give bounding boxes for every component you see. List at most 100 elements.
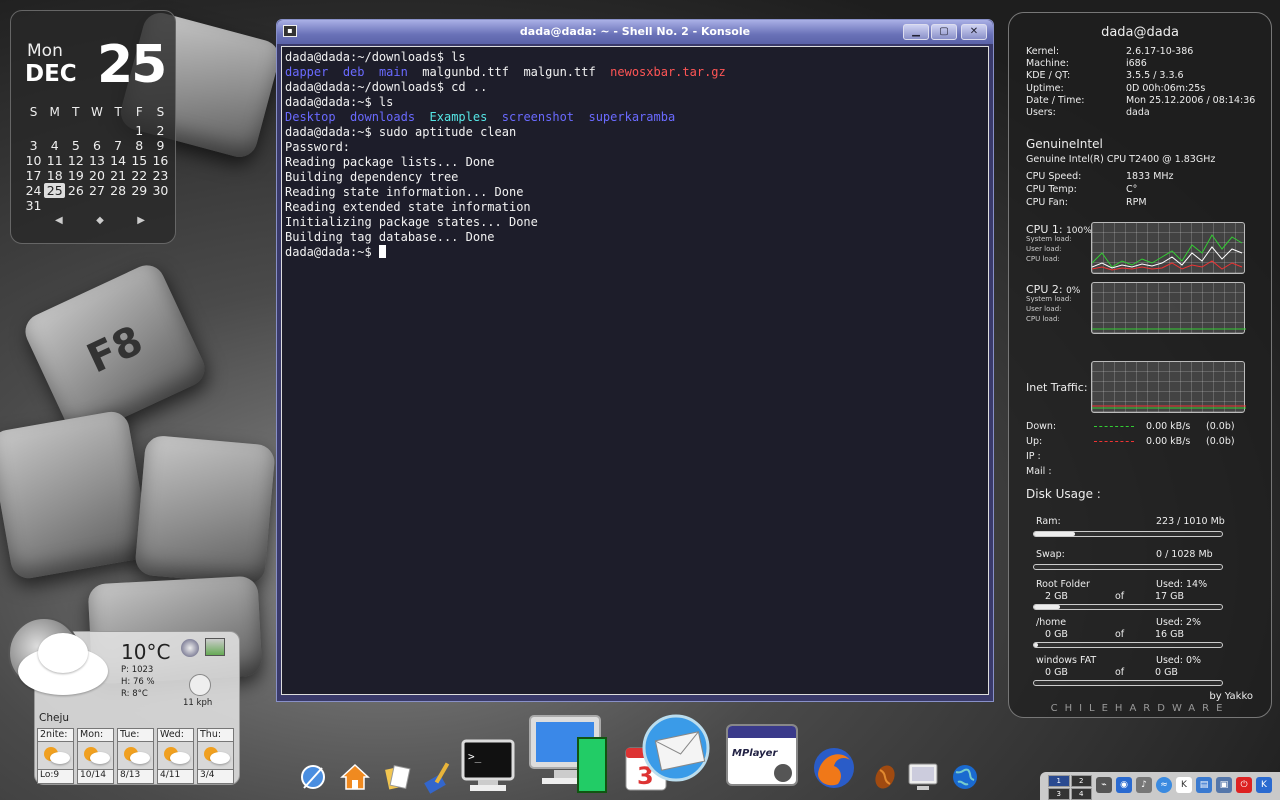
desktop-pager[interactable]: 1234 — [1048, 775, 1092, 800]
cpu2-graph-lines — [1092, 328, 1246, 330]
volume-icon[interactable]: ♪ — [1136, 777, 1152, 793]
calendar-today-icon[interactable]: ◆ — [96, 215, 104, 226]
cpu2-load-label: System load: — [1026, 295, 1072, 303]
cpu1-load-label: User load: — [1026, 245, 1062, 253]
calendar-day[interactable]: 15 — [129, 153, 150, 168]
calendar-day[interactable]: 20 — [86, 168, 107, 183]
window-titlebar[interactable]: ▪ dada@dada: ~ - Shell No. 2 - Konsole ▁… — [277, 20, 993, 44]
usb-icon[interactable]: ⌁ — [1096, 777, 1112, 793]
calendar-day[interactable]: 19 — [65, 168, 86, 183]
globe-icon[interactable] — [181, 639, 199, 657]
pager-desktop[interactable]: 4 — [1070, 788, 1092, 800]
map-icon[interactable] — [205, 638, 225, 656]
pager-desktop[interactable]: 3 — [1048, 788, 1070, 800]
calendar-prev-icon[interactable]: ◀ — [55, 215, 63, 226]
mail-row: Mail : — [1026, 466, 1052, 477]
maximize-button[interactable]: ▢ — [931, 24, 957, 40]
weather-humidity: H: 76 % — [121, 677, 155, 687]
cpu-model-text: Genuine Intel(R) CPU T2400 @ 1.83GHz — [1026, 154, 1216, 165]
calendar-day[interactable]: 31 — [23, 198, 44, 213]
clipboard-icon[interactable]: ▤ — [1196, 777, 1212, 793]
disk-total: 0 GB — [1155, 667, 1178, 678]
calendar-day[interactable]: 13 — [86, 153, 107, 168]
calendar-day[interactable]: 30 — [150, 183, 171, 198]
calendar-day[interactable]: 23 — [150, 168, 171, 183]
net-down-label: Down: — [1026, 421, 1057, 432]
weather-pressure: P: 1023 — [121, 665, 154, 675]
calendar-day[interactable]: 26 — [65, 183, 86, 198]
weather-realfeel: R: 8°C — [121, 689, 148, 699]
calendar-day[interactable]: 14 — [108, 153, 129, 168]
kmenu-icon[interactable]: K — [1256, 777, 1272, 793]
pager-desktop[interactable]: 1 — [1048, 775, 1070, 787]
bluetooth-icon[interactable]: ≈ — [1156, 777, 1172, 793]
cleaner-icon[interactable] — [422, 760, 456, 794]
forecast-day: Mon: 10/14 — [77, 728, 114, 784]
sysinfo-row: KDE / QT: 3.5.5 / 3.3.6 — [1026, 70, 1184, 81]
svg-text:>_: >_ — [468, 750, 482, 763]
mplayer-icon[interactable]: MPlayer — [724, 720, 800, 790]
display-icon[interactable] — [906, 760, 940, 794]
calendar-day[interactable]: 5 — [65, 138, 86, 153]
ip-row: IP : — [1026, 451, 1041, 462]
system-monitor-icon[interactable] — [528, 712, 612, 794]
calendar-day[interactable]: 16 — [150, 153, 171, 168]
globe-icon[interactable] — [950, 762, 980, 792]
calendar-day[interactable]: 3 — [23, 138, 44, 153]
calendar-day[interactable]: 11 — [44, 153, 65, 168]
calendar-day[interactable]: 6 — [86, 138, 107, 153]
files-icon[interactable] — [382, 762, 412, 792]
calendar-day[interactable]: 1 — [129, 123, 150, 138]
sysinfo-value: 0D 00h:06m:25s — [1126, 82, 1206, 94]
network-icon[interactable]: ◉ — [1116, 777, 1132, 793]
forecast-day-label: Tue: — [117, 728, 154, 742]
mail-icon[interactable] — [640, 712, 714, 784]
calendar-day[interactable]: 8 — [129, 138, 150, 153]
cpu1-graph-lines — [1091, 234, 1243, 271]
calendar-day[interactable]: 27 — [86, 183, 107, 198]
home-icon[interactable] — [340, 762, 370, 792]
calendar-day[interactable]: 9 — [150, 138, 171, 153]
firefox-icon[interactable] — [810, 744, 858, 792]
calendar-day[interactable]: 25 — [44, 183, 66, 198]
calendar-day[interactable]: 21 — [108, 168, 129, 183]
disk-bar — [1033, 680, 1223, 686]
swap-value: 0 / 1028 Mb — [1156, 549, 1213, 560]
power-icon[interactable]: ⏻ — [1236, 777, 1252, 793]
sysinfo-key: KDE / QT: — [1026, 70, 1071, 82]
pager-desktop[interactable]: 2 — [1070, 775, 1092, 787]
weekday-header: S — [29, 105, 38, 119]
lock-icon[interactable]: ▣ — [1216, 777, 1232, 793]
swap-label: Swap: — [1036, 549, 1065, 560]
system-monitor-widget: dada@dada GenuineIntel Genuine Intel(R) … — [1008, 12, 1272, 718]
calendar-day[interactable]: 28 — [108, 183, 129, 198]
terminal-line: dada@dada:~$ ls — [285, 95, 985, 110]
calendar-day[interactable]: 12 — [65, 153, 86, 168]
terminal-icon[interactable]: >_ — [460, 738, 516, 794]
calendar-day[interactable]: 22 — [129, 168, 150, 183]
sysmon-user-host: dada@dada — [1101, 25, 1179, 40]
terminal-output[interactable]: dada@dada:~/downloads$ ls dapper deb main… — [281, 46, 989, 695]
forecast-cloud-icon — [50, 752, 70, 764]
calendar-day[interactable]: 10 — [23, 153, 44, 168]
calendar-day[interactable]: 2 — [150, 123, 171, 138]
finder-icon[interactable] — [298, 762, 328, 792]
calendar-day[interactable]: 17 — [23, 168, 44, 183]
calendar-next-icon[interactable]: ▶ — [137, 215, 145, 226]
calendar-day[interactable]: 24 — [23, 183, 44, 198]
coffee-icon[interactable] — [870, 762, 900, 792]
calendar-day-number: 25 — [97, 35, 167, 95]
calendar-empty-cell — [23, 123, 44, 138]
kde-icon[interactable]: K — [1176, 777, 1192, 793]
calendar-day[interactable]: 4 — [44, 138, 65, 153]
forecast-day-label: 2nite: — [37, 728, 74, 742]
minimize-button[interactable]: ▁ — [903, 24, 929, 40]
disk-of: of — [1115, 629, 1125, 640]
calendar-day[interactable]: 29 — [129, 183, 150, 198]
calendar-day[interactable]: 18 — [44, 168, 65, 183]
forecast-day: Wed: 4/11 — [157, 728, 194, 784]
calendar-nav: ◀ ◆ ▶ — [55, 215, 145, 226]
calendar-day[interactable]: 7 — [108, 138, 129, 153]
close-button[interactable]: ✕ — [961, 24, 987, 40]
cpu-info-row: CPU Speed: 1833 MHz — [1026, 171, 1174, 182]
